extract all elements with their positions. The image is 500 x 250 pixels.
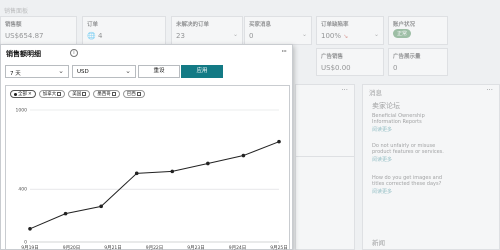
sales-line-chart: 0 400 1000 9月19日 9月20日 9月21日 9月22日 9月23日 9月24日 9月… [16, 108, 288, 250]
y-tick-label: 400 [18, 187, 27, 193]
card-value: US$654.87 [5, 32, 44, 40]
card-label: 销售额 [5, 22, 22, 28]
x-tick-label: 9月23日 [187, 245, 205, 250]
more-options-icon[interactable]: ··· [341, 86, 348, 94]
sales-card[interactable]: 销售额 US$654.87 [0, 16, 77, 45]
card-label: 买家消息 [249, 22, 272, 28]
data-point [277, 139, 281, 144]
info-icon[interactable]: i [70, 49, 78, 57]
chevron-down-icon: ⌄ [232, 31, 238, 38]
defect-rate-card[interactable]: 订单缺陷率 100% ↘ ⌄ [316, 16, 384, 45]
card-label: 订单缺陷率 [321, 22, 349, 28]
data-point [134, 171, 139, 176]
news-panel: 消息 ··· 卖家论坛 Beneficial Ownership Informa… [362, 84, 500, 250]
chevron-down-icon: ⌄ [125, 67, 131, 75]
read-more-link[interactable]: 阅读更多 [372, 188, 452, 195]
data-point [28, 227, 32, 231]
status-badge: 正常 [393, 29, 412, 38]
card-value: US$0.00 [321, 64, 351, 72]
chevron-down-icon: ⌄ [301, 31, 307, 38]
data-point [170, 169, 175, 174]
card-label: 广告销售 [321, 54, 344, 60]
account-health-card[interactable]: 账户状况 正常 [388, 16, 448, 45]
more-options-icon[interactable]: ··· [281, 47, 287, 56]
read-more-link[interactable]: 阅读更多 [372, 156, 452, 163]
card-value: 0 [393, 64, 398, 72]
card-label: 广告展示量 [393, 54, 421, 60]
x-tick-label: 9月19日 [21, 245, 39, 250]
trend-down-icon: ↘ [343, 33, 349, 40]
currency-value: USD [77, 69, 89, 75]
buyer-messages-card[interactable]: 买家消息 0 ⌄ [244, 16, 312, 45]
y-tick-label: 1000 [16, 108, 28, 114]
ad-impressions-card[interactable]: 广告展示量 0 [388, 48, 448, 76]
card-value: 4 [97, 32, 103, 40]
x-tick-label: 9月22日 [146, 245, 164, 250]
more-options-icon[interactable]: ··· [486, 86, 493, 94]
popup-title: 销售额明细 [6, 50, 41, 58]
bg-panel-middle-lower [295, 156, 355, 250]
forum-item: Do not unfairly or misuse product featur… [372, 143, 452, 163]
x-tick-label: 9月24日 [229, 245, 247, 250]
reset-button[interactable]: 重设 [138, 65, 180, 78]
ad-sales-card[interactable]: 广告销售 US$0.00 [316, 48, 384, 76]
read-more-link[interactable]: 阅读更多 [372, 126, 452, 133]
data-point [99, 204, 103, 209]
globe-icon: 🌐 [87, 32, 96, 40]
data-point [241, 153, 246, 158]
breadcrumb: 销售面板 [4, 8, 29, 15]
x-tick-label: 9月20日 [63, 245, 81, 250]
card-value: 0 [249, 32, 254, 40]
card-value: 100% [321, 32, 342, 40]
apply-button[interactable]: 应用 [181, 65, 223, 78]
period-value: 7 天 [10, 71, 21, 77]
sales-breakdown-popup: 销售额明细 i ··· 7 天 ⌄ USD ⌄ 重设 应用 全部 ✕ 加拿大 美… [0, 44, 293, 250]
chart-area: 全部 ✕ 加拿大 美国 墨西哥 巴西 0 400 1000 9月19日 9月20日 9月2… [5, 85, 290, 250]
forum-title: 卖家论坛 [372, 102, 400, 110]
period-select[interactable]: 7 天 ⌄ [5, 65, 69, 78]
x-tick-label: 9月21日 [104, 245, 122, 250]
y-tick-label: 0 [24, 240, 27, 246]
series-line [29, 141, 280, 230]
news-title: 新闻 [372, 239, 385, 247]
orders-card[interactable]: 订单 🌐 4 [82, 16, 166, 45]
news-panel-title: 消息 [369, 89, 382, 97]
open-orders-card[interactable]: 未解决的订单 23 ⌄ [171, 16, 243, 45]
card-label: 订单 [87, 22, 99, 28]
card-label: 未解决的订单 [176, 22, 210, 28]
x-tick-label: 9月25日 [270, 245, 288, 250]
data-point [63, 211, 68, 216]
currency-select[interactable]: USD ⌄ [72, 65, 136, 78]
data-point [206, 161, 210, 166]
forum-item: Beneficial Ownership Information Reports… [372, 113, 452, 133]
forum-item: How do you get images and titles correct… [372, 175, 452, 195]
card-value: 23 [176, 32, 185, 40]
chevron-down-icon: ⌄ [58, 67, 64, 75]
chevron-down-icon: ⌄ [373, 31, 379, 38]
card-label: 账户状况 [393, 22, 416, 28]
